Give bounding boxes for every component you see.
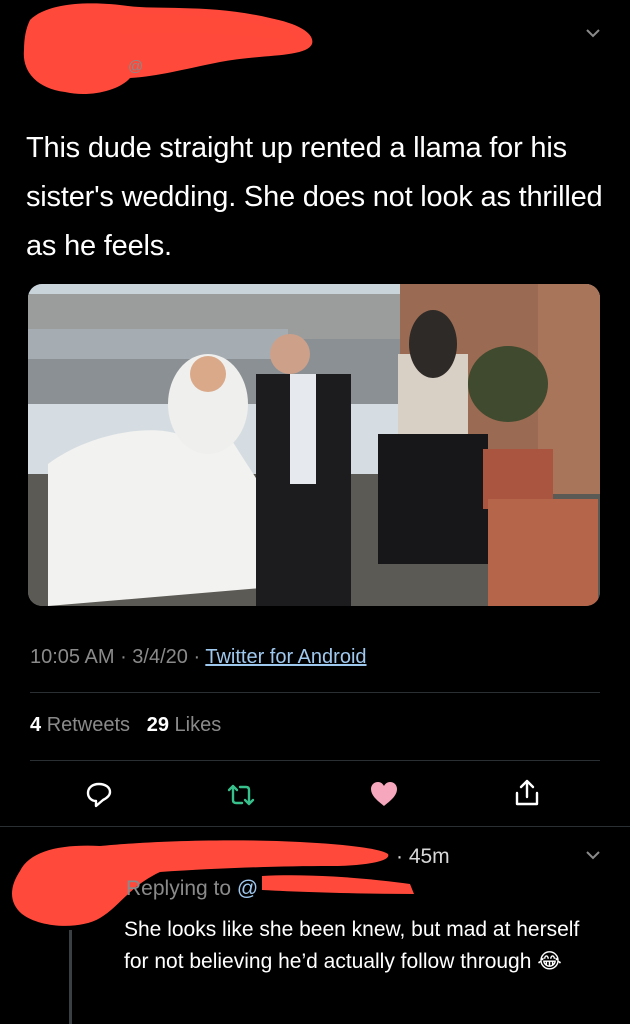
- replying-to: Replying to @: [126, 877, 258, 901]
- redaction-scribble: [23, 3, 313, 95]
- chevron-down-icon[interactable]: [584, 846, 602, 864]
- divider: [0, 826, 630, 827]
- retweet-label[interactable]: Retweets: [47, 714, 130, 736]
- tweet-meta: 10:05 AM · 3/4/20 · Twitter for Android: [30, 646, 367, 669]
- tweet-source-link[interactable]: Twitter for Android: [205, 646, 366, 668]
- chevron-down-icon[interactable]: [584, 24, 602, 42]
- reply-text-body: She looks like she been knew, but mad at…: [124, 918, 580, 973]
- tweet-author-header[interactable]: [10, 0, 330, 100]
- replying-to-handle[interactable]: @: [237, 877, 258, 900]
- reply-time-value: 45m: [408, 845, 450, 868]
- retweet-button[interactable]: [224, 778, 258, 812]
- divider: [30, 692, 600, 693]
- share-icon: [515, 779, 539, 806]
- reply-icon: [86, 782, 112, 808]
- reply-time: · 45m: [396, 845, 450, 869]
- reply-time-separator: ·: [396, 845, 409, 868]
- heart-icon: [371, 782, 397, 806]
- thread-line: [69, 930, 72, 1024]
- retweet-count[interactable]: 4: [30, 714, 41, 736]
- meta-separator: ·: [120, 646, 133, 668]
- replying-to-label: Replying to: [126, 877, 232, 900]
- tweet-time: 10:05 AM: [30, 646, 115, 668]
- divider: [30, 760, 600, 761]
- share-button[interactable]: [510, 776, 544, 810]
- author-handle[interactable]: @: [128, 58, 143, 75]
- tweet-photo[interactable]: [28, 284, 600, 606]
- wedding-llama-photo: [28, 284, 600, 606]
- laughing-emoji-icon: 😂: [537, 950, 562, 973]
- like-label[interactable]: Likes: [175, 714, 222, 736]
- like-button[interactable]: [367, 777, 401, 811]
- meta-separator: ·: [193, 646, 206, 668]
- tweet-engagement-counts: 4 Retweets 29 Likes: [30, 714, 221, 737]
- reply-button[interactable]: [82, 778, 116, 812]
- retweet-icon: [227, 784, 255, 806]
- reply-text: She looks like she been knew, but mad at…: [124, 914, 604, 978]
- like-count[interactable]: 29: [147, 714, 169, 736]
- tweet-text: This dude straight up rented a llama for…: [26, 132, 603, 262]
- tweet-date: 3/4/20: [132, 646, 188, 668]
